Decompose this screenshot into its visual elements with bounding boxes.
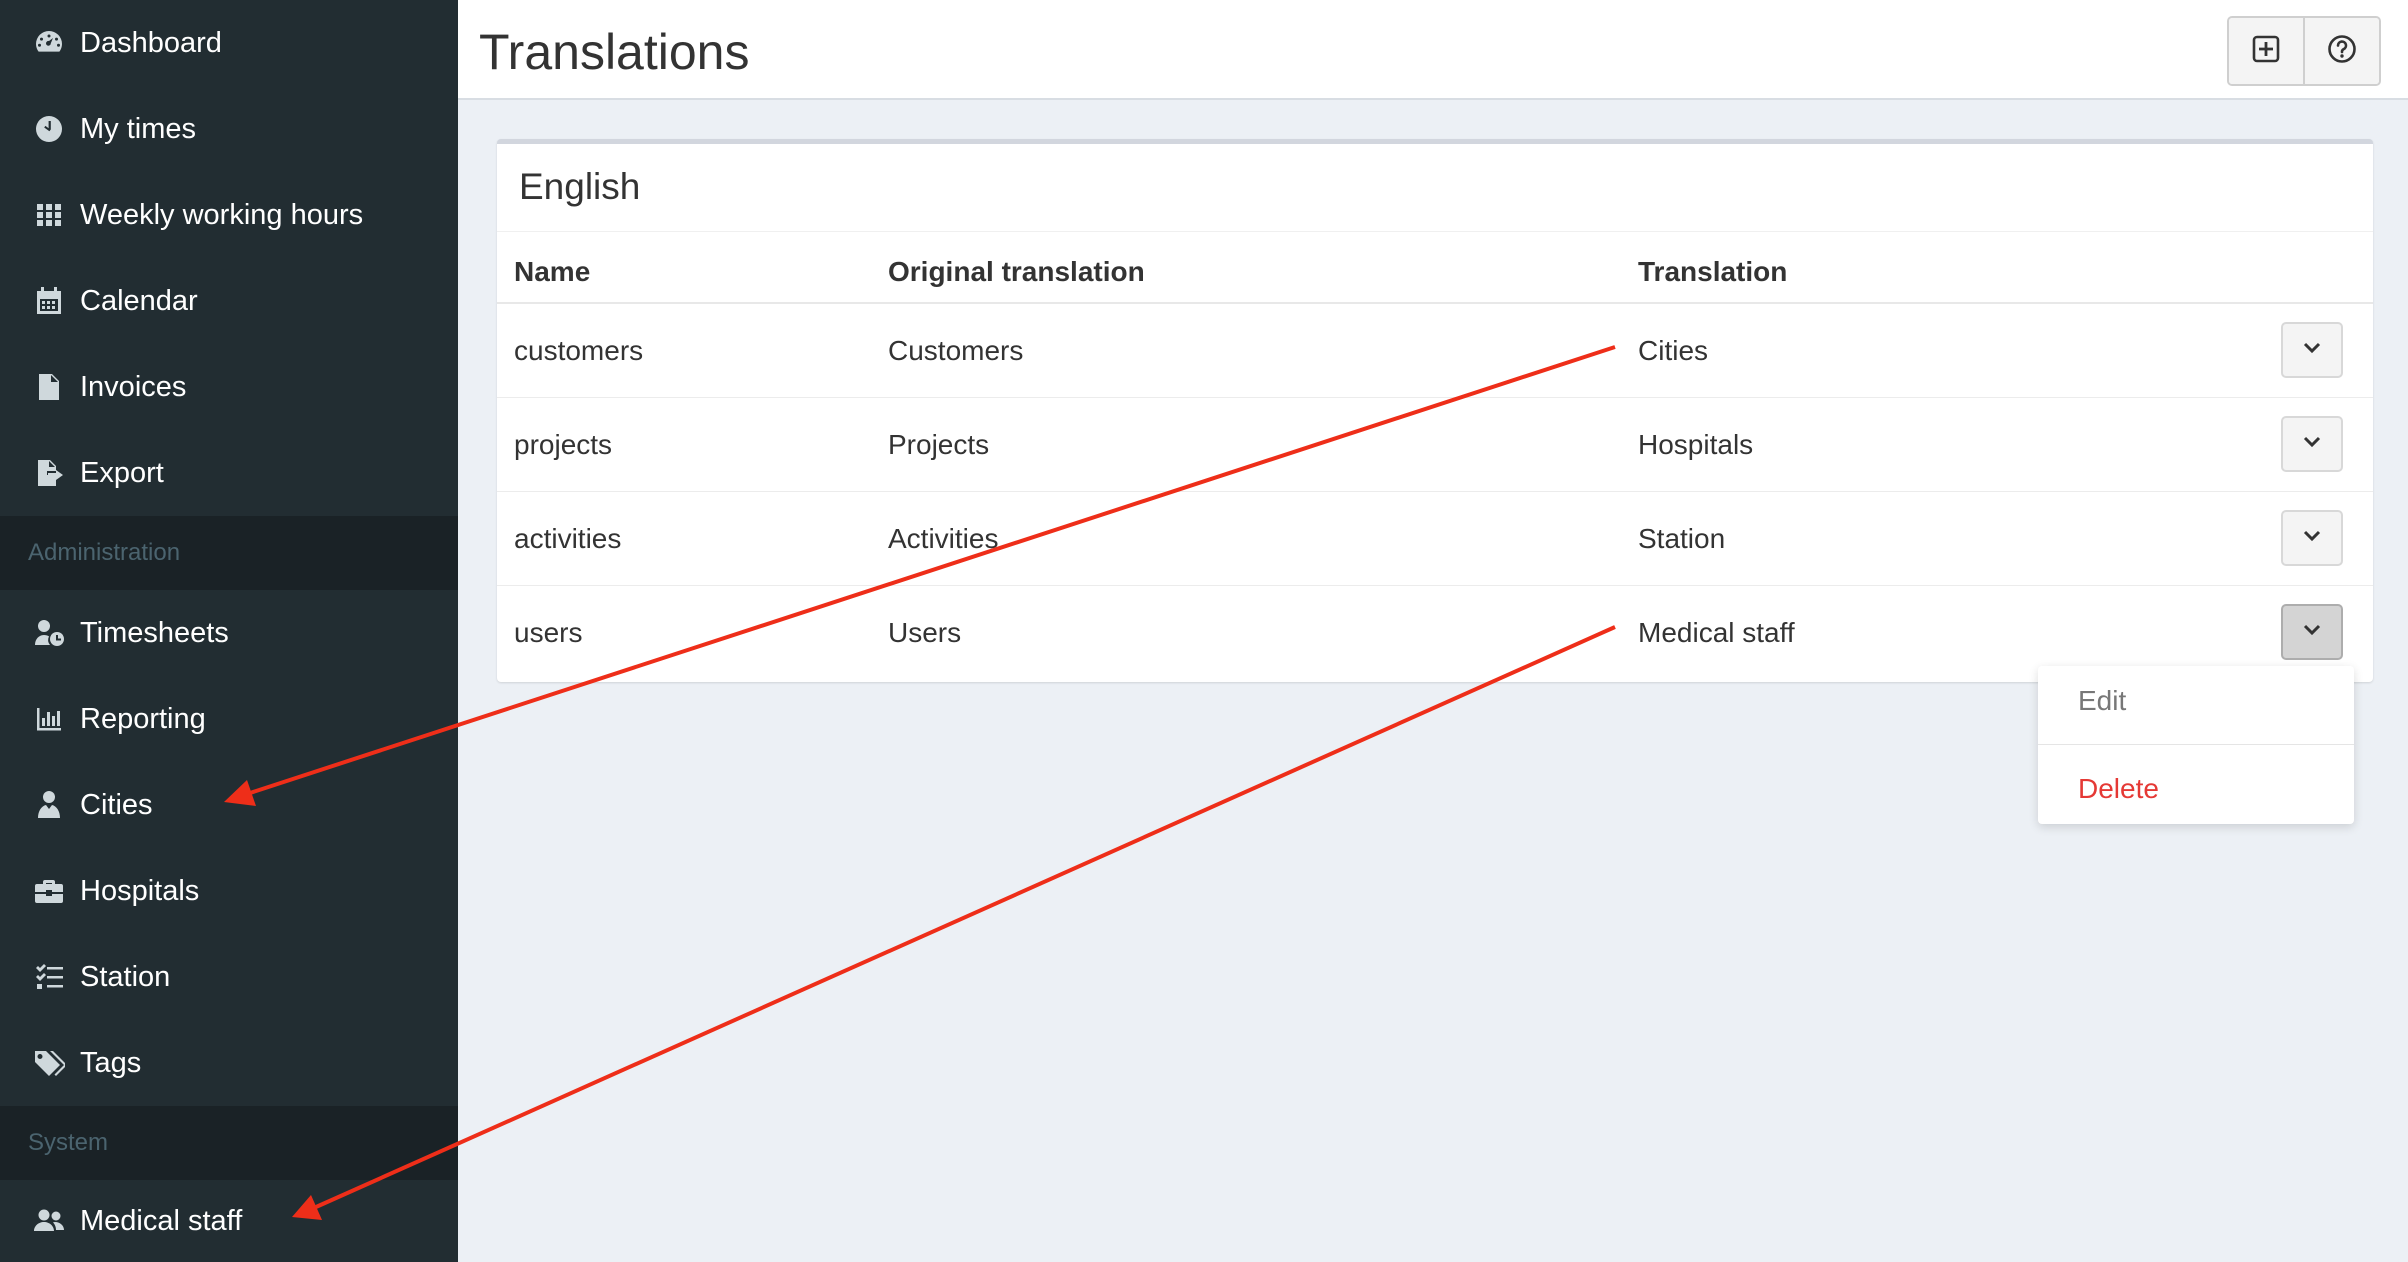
menu-item-delete[interactable]: Delete bbox=[2078, 769, 2159, 809]
sidebar: Dashboard My times Weekly working hours … bbox=[0, 0, 458, 1262]
sidebar-item-reporting[interactable]: Reporting bbox=[0, 676, 458, 762]
cell-translation: Cities bbox=[1638, 335, 1709, 366]
plus-square-icon bbox=[2250, 33, 2282, 70]
sidebar-item-label: My times bbox=[80, 112, 196, 145]
column-header-name: Name bbox=[514, 256, 591, 287]
row-actions-button[interactable] bbox=[2281, 416, 2343, 472]
tasks-icon bbox=[32, 960, 66, 994]
cell-translation: Station bbox=[1638, 523, 1726, 554]
cell-translation: Medical staff bbox=[1638, 617, 1795, 648]
menu-item-edit[interactable]: Edit bbox=[2078, 681, 2126, 721]
bar-chart-icon bbox=[32, 702, 66, 736]
sidebar-item-tags[interactable]: Tags bbox=[0, 1020, 458, 1106]
cell-name: customers bbox=[514, 335, 644, 366]
sidebar-item-timesheets[interactable]: Timesheets bbox=[0, 590, 458, 676]
column-header-original-translation: Original translation bbox=[888, 256, 1145, 287]
annotation-arrow bbox=[292, 625, 1616, 1220]
sidebar-item-hospitals[interactable]: Hospitals bbox=[0, 848, 458, 934]
sidebar-item-label: Weekly working hours bbox=[80, 198, 364, 231]
row-actions-button[interactable] bbox=[2281, 604, 2343, 660]
sidebar-item-export[interactable]: Export bbox=[0, 430, 458, 516]
sidebar-header-system: System bbox=[0, 1106, 458, 1180]
sidebar-item-label: Cities bbox=[80, 788, 153, 821]
sidebar-item-label: Hospitals bbox=[80, 874, 200, 907]
sidebar-item-label: Invoices bbox=[80, 370, 187, 403]
help-button[interactable] bbox=[2303, 18, 2379, 84]
clock-icon bbox=[32, 112, 66, 146]
export-icon bbox=[32, 456, 66, 490]
sidebar-item-weekly-working-hours[interactable]: Weekly working hours bbox=[0, 172, 458, 258]
sidebar-item-label: Dashboard bbox=[80, 26, 222, 59]
box-title: English bbox=[519, 166, 641, 207]
users-icon bbox=[32, 1204, 66, 1238]
create-button[interactable] bbox=[2229, 18, 2303, 84]
chevron-down-icon bbox=[2301, 525, 2323, 552]
sidebar-item-label: Calendar bbox=[80, 284, 198, 317]
chevron-down-icon bbox=[2301, 337, 2323, 364]
chevron-down-icon bbox=[2301, 431, 2323, 458]
row-actions-button[interactable] bbox=[2281, 510, 2343, 566]
sidebar-item-my-times[interactable]: My times bbox=[0, 86, 458, 172]
cell-original: Users bbox=[888, 617, 962, 648]
column-header-translation: Translation bbox=[1638, 256, 1788, 287]
sidebar-item-dashboard[interactable]: Dashboard bbox=[0, 0, 458, 86]
sidebar-item-station[interactable]: Station bbox=[0, 934, 458, 1020]
divider bbox=[497, 231, 2373, 232]
sidebar-item-label: Station bbox=[80, 960, 171, 993]
sidebar-header-administration: Administration bbox=[0, 516, 458, 590]
cell-name: users bbox=[514, 617, 583, 648]
sidebar-item-label: Reporting bbox=[80, 702, 206, 735]
sidebar-item-label: Tags bbox=[80, 1046, 142, 1079]
cell-original: Activities bbox=[888, 523, 999, 554]
cell-translation: Hospitals bbox=[1638, 429, 1754, 460]
sidebar-item-cities[interactable]: Cities bbox=[0, 762, 458, 848]
page-header: Translations bbox=[458, 0, 2408, 100]
dashboard-icon bbox=[32, 26, 66, 60]
table-row: projects Projects Hospitals bbox=[497, 398, 2373, 492]
sidebar-item-label: Timesheets bbox=[80, 616, 229, 649]
header-toolbar bbox=[2227, 16, 2381, 86]
sidebar-item-calendar[interactable]: Calendar bbox=[0, 258, 458, 344]
cell-original: Customers bbox=[888, 335, 1024, 366]
sidebar-item-medical-staff[interactable]: Medical staff bbox=[0, 1180, 458, 1262]
sidebar-item-label: Export bbox=[80, 456, 164, 489]
table-row: customers Customers Cities bbox=[497, 304, 2373, 398]
row-actions-button[interactable] bbox=[2281, 322, 2343, 378]
user-tie-icon bbox=[32, 788, 66, 822]
row-actions-menu: Edit Delete bbox=[2038, 666, 2354, 824]
table-row: activities Activities Station bbox=[497, 492, 2373, 586]
cell-name: projects bbox=[514, 429, 613, 460]
invoice-icon bbox=[32, 370, 66, 404]
calendar-icon bbox=[32, 284, 66, 318]
chevron-down-icon bbox=[2301, 619, 2323, 646]
grid-icon bbox=[32, 198, 66, 232]
cell-original: Projects bbox=[888, 429, 990, 460]
cell-name: activities bbox=[514, 523, 622, 554]
tags-icon bbox=[32, 1046, 66, 1080]
translations-box: English Name Original translation Transl… bbox=[497, 139, 2373, 682]
sidebar-item-invoices[interactable]: Invoices bbox=[0, 344, 458, 430]
briefcase-icon bbox=[32, 874, 66, 908]
help-icon bbox=[2326, 33, 2358, 70]
sidebar-item-label: Medical staff bbox=[80, 1204, 243, 1237]
divider bbox=[2038, 744, 2354, 745]
page-title: Translations bbox=[479, 24, 750, 80]
user-clock-icon bbox=[32, 616, 66, 650]
